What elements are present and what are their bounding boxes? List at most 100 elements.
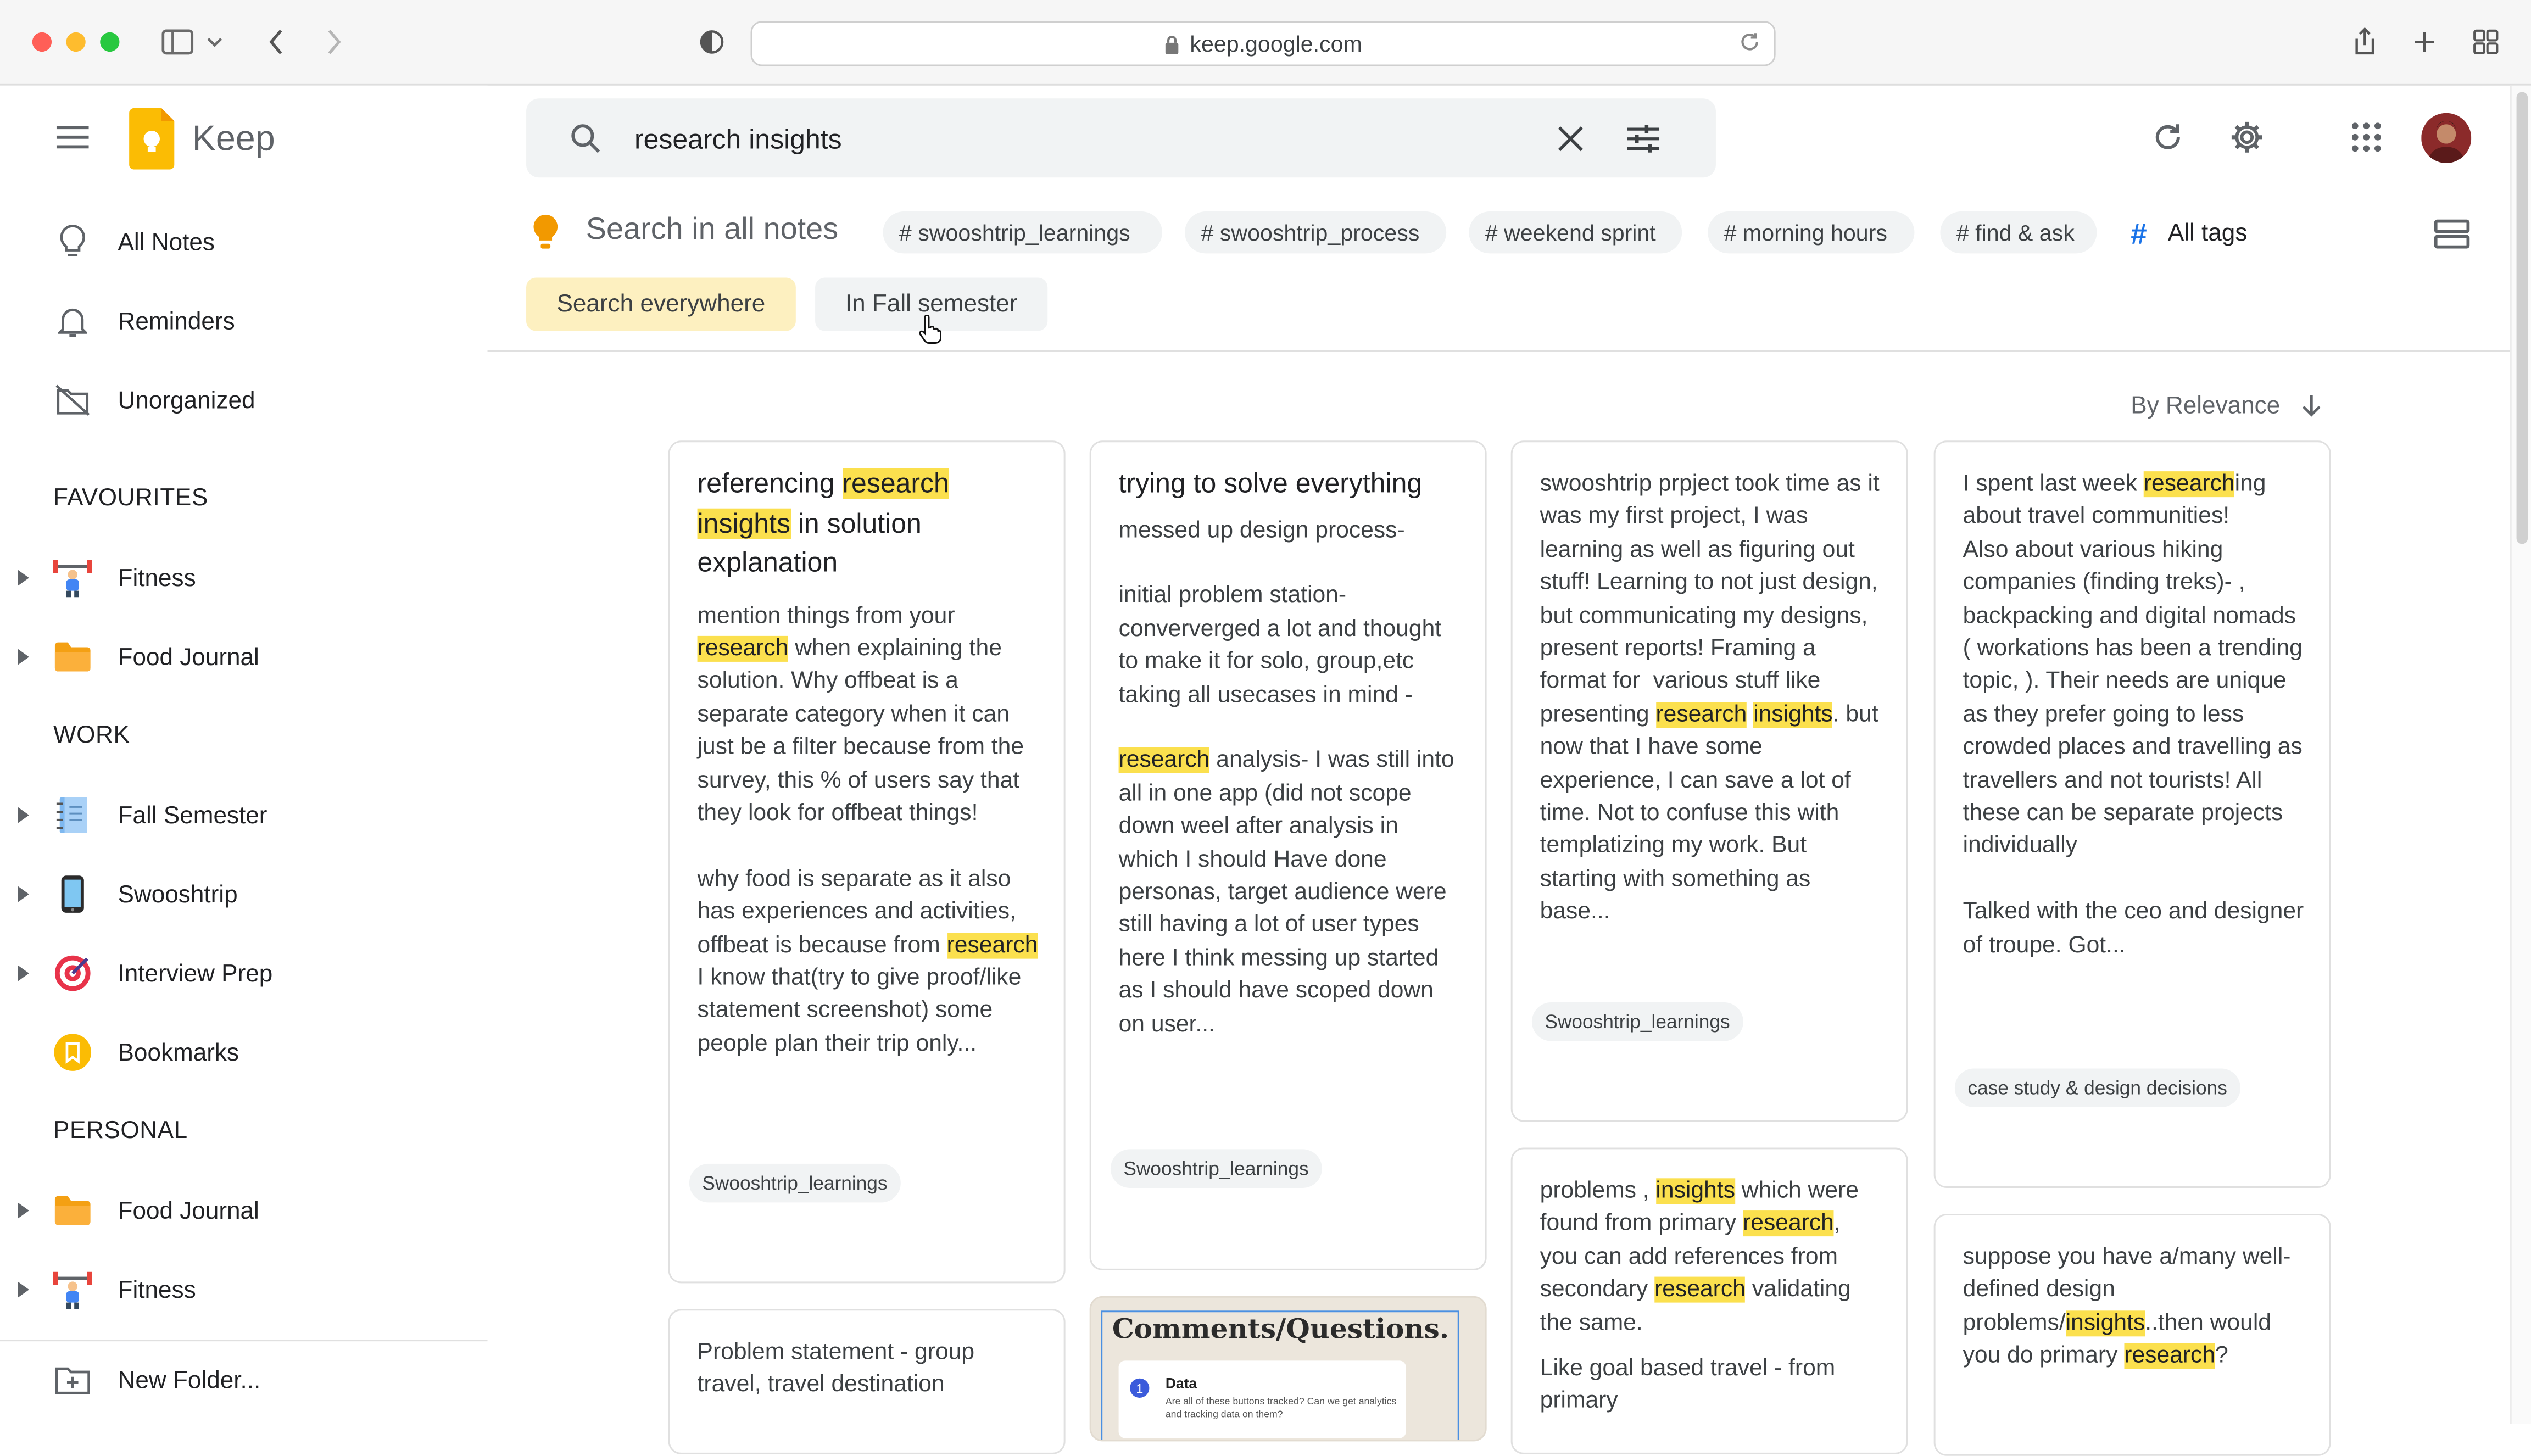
tag-chip[interactable]: # swooshtrip_learnings xyxy=(883,211,1162,254)
folder-off-icon xyxy=(53,381,92,420)
expand-arrow-icon[interactable] xyxy=(18,649,29,665)
sidebar-item-food-journal-personal[interactable]: Food Journal xyxy=(0,1178,488,1243)
folder-icon xyxy=(53,1191,92,1230)
search-all-notes-label: Search in all notes xyxy=(586,213,839,247)
reload-page-icon[interactable] xyxy=(1738,31,1761,53)
tag-chip[interactable]: # swooshtrip_process xyxy=(1185,211,1447,254)
note-body: messed up design process- initial proble… xyxy=(1118,517,1461,1037)
expand-arrow-icon[interactable] xyxy=(18,570,29,586)
expand-arrow-icon[interactable] xyxy=(18,807,29,823)
search-input[interactable] xyxy=(631,98,1509,181)
comment-card: 1 Data Are all of these buttons tracked?… xyxy=(1118,1360,1406,1438)
sidebar-item-food-journal[interactable]: Food Journal xyxy=(0,624,488,689)
sidebar-item-all-notes[interactable]: All Notes xyxy=(0,210,488,275)
note-card[interactable]: trying to solve everything messed up des… xyxy=(1089,440,1487,1270)
new-folder-label: New Folder... xyxy=(118,1366,261,1394)
back-icon[interactable] xyxy=(258,26,294,58)
filter-options-icon[interactable] xyxy=(1619,115,1668,163)
sort-dropdown[interactable]: By Relevance xyxy=(2131,392,2280,420)
lightbulb-icon xyxy=(533,214,559,250)
privacy-shield-icon[interactable] xyxy=(694,26,730,58)
refresh-icon[interactable] xyxy=(2144,113,2192,161)
minimize-window-button[interactable] xyxy=(66,32,86,52)
new-tab-icon[interactable] xyxy=(2407,26,2443,58)
note-tag[interactable]: Swooshtrip_learnings xyxy=(1531,1002,1743,1041)
lightbulb-icon xyxy=(53,223,92,262)
tag-chip[interactable]: # find & ask xyxy=(1940,211,2097,254)
forward-icon[interactable] xyxy=(316,26,352,58)
sidebar-item-fall-semester[interactable]: Fall Semester xyxy=(0,783,488,847)
phone-icon xyxy=(53,875,92,914)
note-card[interactable]: Comments/Questions. 1 Data Are all of th… xyxy=(1089,1296,1487,1442)
hashtag-icon: # xyxy=(2131,217,2147,250)
search-everywhere-button[interactable]: Search everywhere xyxy=(526,277,796,331)
main-menu-icon[interactable] xyxy=(48,113,97,161)
sidebar-item-interview-prep[interactable]: Interview Prep xyxy=(0,941,488,1006)
sidebar-item-label: Interview Prep xyxy=(118,959,273,988)
note-image: Comments/Questions. 1 Data Are all of th… xyxy=(1101,1310,1459,1440)
close-window-button[interactable] xyxy=(32,32,52,52)
note-card[interactable]: Problem statement - group travel, travel… xyxy=(668,1309,1066,1454)
share-icon[interactable] xyxy=(2347,26,2383,58)
note-card[interactable]: swooshtrip prpject took time as it was m… xyxy=(1510,440,1908,1122)
expand-arrow-icon[interactable] xyxy=(18,886,29,902)
target-icon xyxy=(53,954,92,993)
chevron-down-icon[interactable] xyxy=(203,26,226,58)
sidebar-item-label: Food Journal xyxy=(118,643,259,671)
url-text: keep.google.com xyxy=(1190,30,1362,57)
comment-number: 1 xyxy=(1130,1378,1150,1398)
sidebar-item-swooshtrip[interactable]: Swooshtrip xyxy=(0,862,488,927)
sidebar-item-label: Unorganized xyxy=(118,386,255,414)
sidebar-item-bookmarks[interactable]: Bookmarks xyxy=(0,1020,488,1085)
sidebar-item-label: Fitness xyxy=(118,564,196,592)
settings-gear-icon[interactable] xyxy=(2223,113,2271,161)
expand-arrow-icon[interactable] xyxy=(18,1202,29,1219)
sidebar-item-unorganized[interactable]: Unorganized xyxy=(0,368,488,433)
add-folder-icon xyxy=(53,1360,92,1399)
note-body: problems , insights which were found fro… xyxy=(1540,1178,1865,1336)
tab-overview-icon[interactable] xyxy=(2468,26,2504,58)
sidebar-divider xyxy=(0,1340,488,1342)
note-body: I spent last week researching about trav… xyxy=(1963,471,2304,958)
sidebar-item-label: Reminders xyxy=(118,307,235,335)
note-card[interactable]: referencing research insights in solutio… xyxy=(668,440,1066,1284)
weightlifter-icon xyxy=(53,559,92,598)
list-view-icon[interactable] xyxy=(2428,210,2476,258)
note-card[interactable]: suppose you have a/many well-defined des… xyxy=(1933,1213,2331,1456)
scrollbar-thumb[interactable] xyxy=(2516,92,2528,544)
expand-arrow-icon[interactable] xyxy=(18,1281,29,1298)
search-icon[interactable] xyxy=(562,115,610,163)
new-folder-button[interactable]: New Folder... xyxy=(0,1348,488,1413)
sidebar-item-label: Fitness xyxy=(118,1276,196,1304)
all-tags-link[interactable]: All tags xyxy=(2168,220,2248,247)
note-body: Problem statement - group travel, travel… xyxy=(697,1340,981,1399)
note-tag[interactable]: Swooshtrip_learnings xyxy=(1110,1149,1322,1188)
image-heading: Comments/Questions. xyxy=(1112,1314,1450,1346)
sidebar-item-reminders[interactable]: Reminders xyxy=(0,289,488,354)
scrollbar[interactable] xyxy=(2510,85,2531,1424)
avatar[interactable] xyxy=(2421,113,2472,163)
sidebar-item-label: Food Journal xyxy=(118,1197,259,1225)
bookmark-icon xyxy=(53,1033,92,1072)
clear-search-icon[interactable] xyxy=(1546,115,1595,163)
comment-text: Are all of these buttons tracked? Can we… xyxy=(1165,1398,1397,1421)
sidebar-item-fitness-personal[interactable]: Fitness xyxy=(0,1257,488,1322)
sidebar-item-fitness[interactable]: Fitness xyxy=(0,545,488,610)
arrow-down-icon[interactable] xyxy=(2302,395,2321,418)
note-tag[interactable]: case study & design decisions xyxy=(1954,1068,2240,1108)
note-tag[interactable]: Swooshtrip_learnings xyxy=(689,1163,901,1203)
maximize-window-button[interactable] xyxy=(100,32,120,52)
apps-grid-icon[interactable] xyxy=(2342,113,2390,161)
lock-icon xyxy=(1164,33,1180,54)
address-bar[interactable]: keep.google.com xyxy=(750,21,1776,66)
sidebar-item-label: Swooshtrip xyxy=(118,880,238,908)
note-card[interactable]: problems , insights which were found fro… xyxy=(1510,1147,1908,1454)
tag-chip[interactable]: # morning hours xyxy=(1708,211,1915,254)
expand-arrow-icon[interactable] xyxy=(18,965,29,981)
tag-chip[interactable]: # weekend sprint xyxy=(1469,211,1682,254)
section-work: WORK xyxy=(53,721,130,749)
search-bar xyxy=(526,98,1716,181)
sidebar-item-label: All Notes xyxy=(118,228,215,256)
note-card[interactable]: I spent last week researching about trav… xyxy=(1933,440,2331,1188)
sidebar-toggle-icon[interactable] xyxy=(160,26,196,58)
